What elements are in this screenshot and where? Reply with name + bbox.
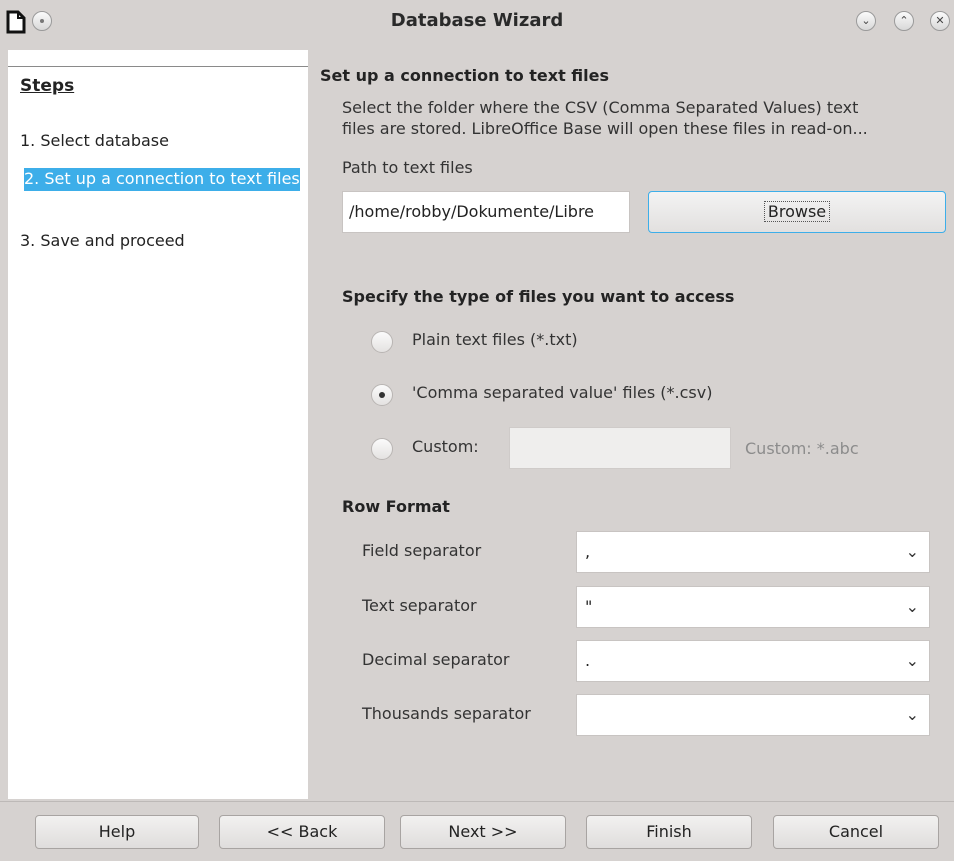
description: Select the folder where the CSV (Comma S… — [342, 97, 948, 139]
text-separator-value: " — [585, 597, 593, 616]
steps-panel: Steps 1. Select database 2. Set up a con… — [8, 50, 308, 799]
field-separator-label: Field separator — [362, 541, 482, 560]
radio-custom[interactable] — [371, 438, 393, 460]
chevron-down-icon[interactable]: ⌄ — [906, 695, 919, 735]
field-separator-value: , — [585, 542, 591, 561]
text-separator-label: Text separator — [362, 596, 477, 615]
decimal-separator-select[interactable]: . ⌄ — [576, 640, 930, 682]
thousands-separator-label: Thousands separator — [362, 704, 531, 723]
file-type-title: Specify the type of files you want to ac… — [342, 287, 735, 306]
chevron-down-icon[interactable]: ⌄ — [906, 587, 919, 627]
decimal-separator-label: Decimal separator — [362, 650, 510, 669]
radio-csv[interactable] — [371, 384, 393, 406]
decimal-separator-value: . — [585, 651, 591, 670]
title-bar: Database Wizard ⌄ ⌃ ✕ — [0, 0, 954, 46]
help-button[interactable]: Help — [35, 815, 199, 849]
radio-plain-text[interactable] — [371, 331, 393, 353]
footer-divider — [0, 801, 954, 802]
radio-csv-label[interactable]: 'Comma separated value' files (*.csv) — [412, 383, 712, 402]
steps-title: Steps — [20, 76, 75, 96]
back-button[interactable]: << Back — [219, 815, 385, 849]
steps-divider — [8, 66, 308, 67]
step-setup-connection-label: 2. Set up a connection to text files — [24, 169, 300, 188]
finish-button[interactable]: Finish — [586, 815, 752, 849]
field-separator-select[interactable]: , ⌄ — [576, 531, 930, 573]
radio-plain-text-label[interactable]: Plain text files (*.txt) — [412, 330, 578, 349]
row-format-title: Row Format — [342, 497, 450, 516]
maximize-icon[interactable]: ⌃ — [894, 11, 914, 31]
path-label: Path to text files — [342, 158, 473, 177]
window-title: Database Wizard — [390, 10, 564, 31]
text-separator-select[interactable]: " ⌄ — [576, 586, 930, 628]
minimize-icon[interactable]: ⌄ — [856, 11, 876, 31]
description-line-2: files are stored. LibreOffice Base will … — [342, 119, 868, 138]
chevron-down-icon[interactable]: ⌄ — [906, 641, 919, 681]
custom-extension-hint: Custom: *.abc — [745, 439, 859, 458]
step-select-database[interactable]: 1. Select database — [20, 130, 169, 151]
close-icon[interactable]: ✕ — [930, 11, 950, 31]
step-setup-connection[interactable]: 2. Set up a connection to text files — [24, 168, 300, 191]
description-line-1: Select the folder where the CSV (Comma S… — [342, 98, 859, 117]
page-title: Set up a connection to text files — [320, 66, 610, 85]
custom-extension-input[interactable] — [509, 427, 731, 469]
next-button[interactable]: Next >> — [400, 815, 566, 849]
radio-custom-label[interactable]: Custom: — [412, 437, 479, 456]
browse-button-label: Browse — [763, 201, 831, 222]
step-save-proceed[interactable]: 3. Save and proceed — [20, 230, 185, 251]
browse-button[interactable]: Browse — [648, 191, 946, 233]
chevron-down-icon[interactable]: ⌄ — [906, 532, 919, 572]
thousands-separator-select[interactable]: ⌄ — [576, 694, 930, 736]
path-input[interactable]: /home/robby/Dokumente/Libre — [342, 191, 630, 233]
cancel-button[interactable]: Cancel — [773, 815, 939, 849]
